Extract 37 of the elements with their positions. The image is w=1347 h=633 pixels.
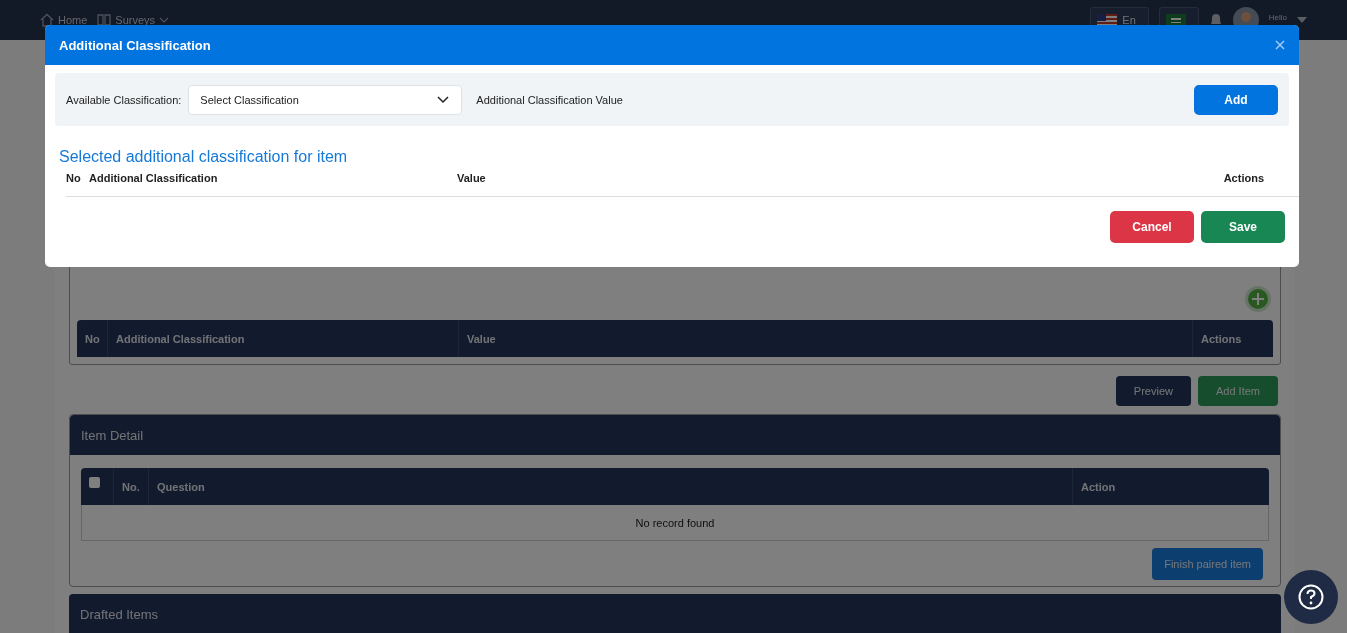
chevron-down-icon — [437, 95, 450, 104]
field-label: Additional Classification Value — [476, 93, 624, 106]
add-item-button[interactable]: Add Item — [1197, 376, 1278, 406]
column-header: Value — [459, 320, 1193, 357]
column-header: Additional Classification — [108, 320, 459, 357]
caret-icon[interactable] — [1297, 16, 1307, 24]
classification-select[interactable]: Select Classification — [188, 84, 463, 115]
book-icon — [97, 13, 112, 27]
empty-table-message: No record found — [81, 505, 1269, 541]
checkbox[interactable] — [89, 477, 100, 488]
column-header: Additional Classification — [89, 172, 219, 184]
close-icon[interactable] — [1275, 40, 1285, 50]
column-header: No — [77, 320, 108, 357]
cancel-button[interactable]: Cancel — [1110, 211, 1194, 243]
nav-link[interactable]: Surveys — [97, 13, 170, 27]
panel-title: Item Detail — [81, 427, 144, 443]
preview-button[interactable]: Preview — [1115, 376, 1191, 406]
add-button[interactable]: Add — [1194, 84, 1278, 115]
caret-icon — [159, 16, 170, 24]
column-header: Question — [149, 468, 1073, 505]
column-header: Actions — [1200, 331, 1243, 347]
add-icon[interactable] — [1245, 286, 1271, 312]
column-header: No. — [114, 468, 149, 505]
column-header: Action — [1080, 479, 1117, 495]
section-title: Selected additional classification for item — [59, 148, 349, 166]
save-button[interactable]: Save — [1201, 211, 1285, 243]
nav-link[interactable]: Home — [40, 13, 88, 27]
field-label: Available Classification: — [66, 93, 182, 106]
panel-title: Drafted Items — [80, 606, 159, 622]
modal-title: Additional Classification — [59, 37, 211, 53]
column-header: No — [66, 172, 82, 184]
question-icon — [1298, 584, 1324, 610]
finish-button[interactable]: Finish paired item — [1152, 548, 1263, 580]
column-header: Value — [457, 172, 487, 184]
user-greeting: Hello — [1268, 13, 1287, 22]
home-icon — [40, 13, 54, 27]
column-header: Actions — [1223, 172, 1264, 184]
